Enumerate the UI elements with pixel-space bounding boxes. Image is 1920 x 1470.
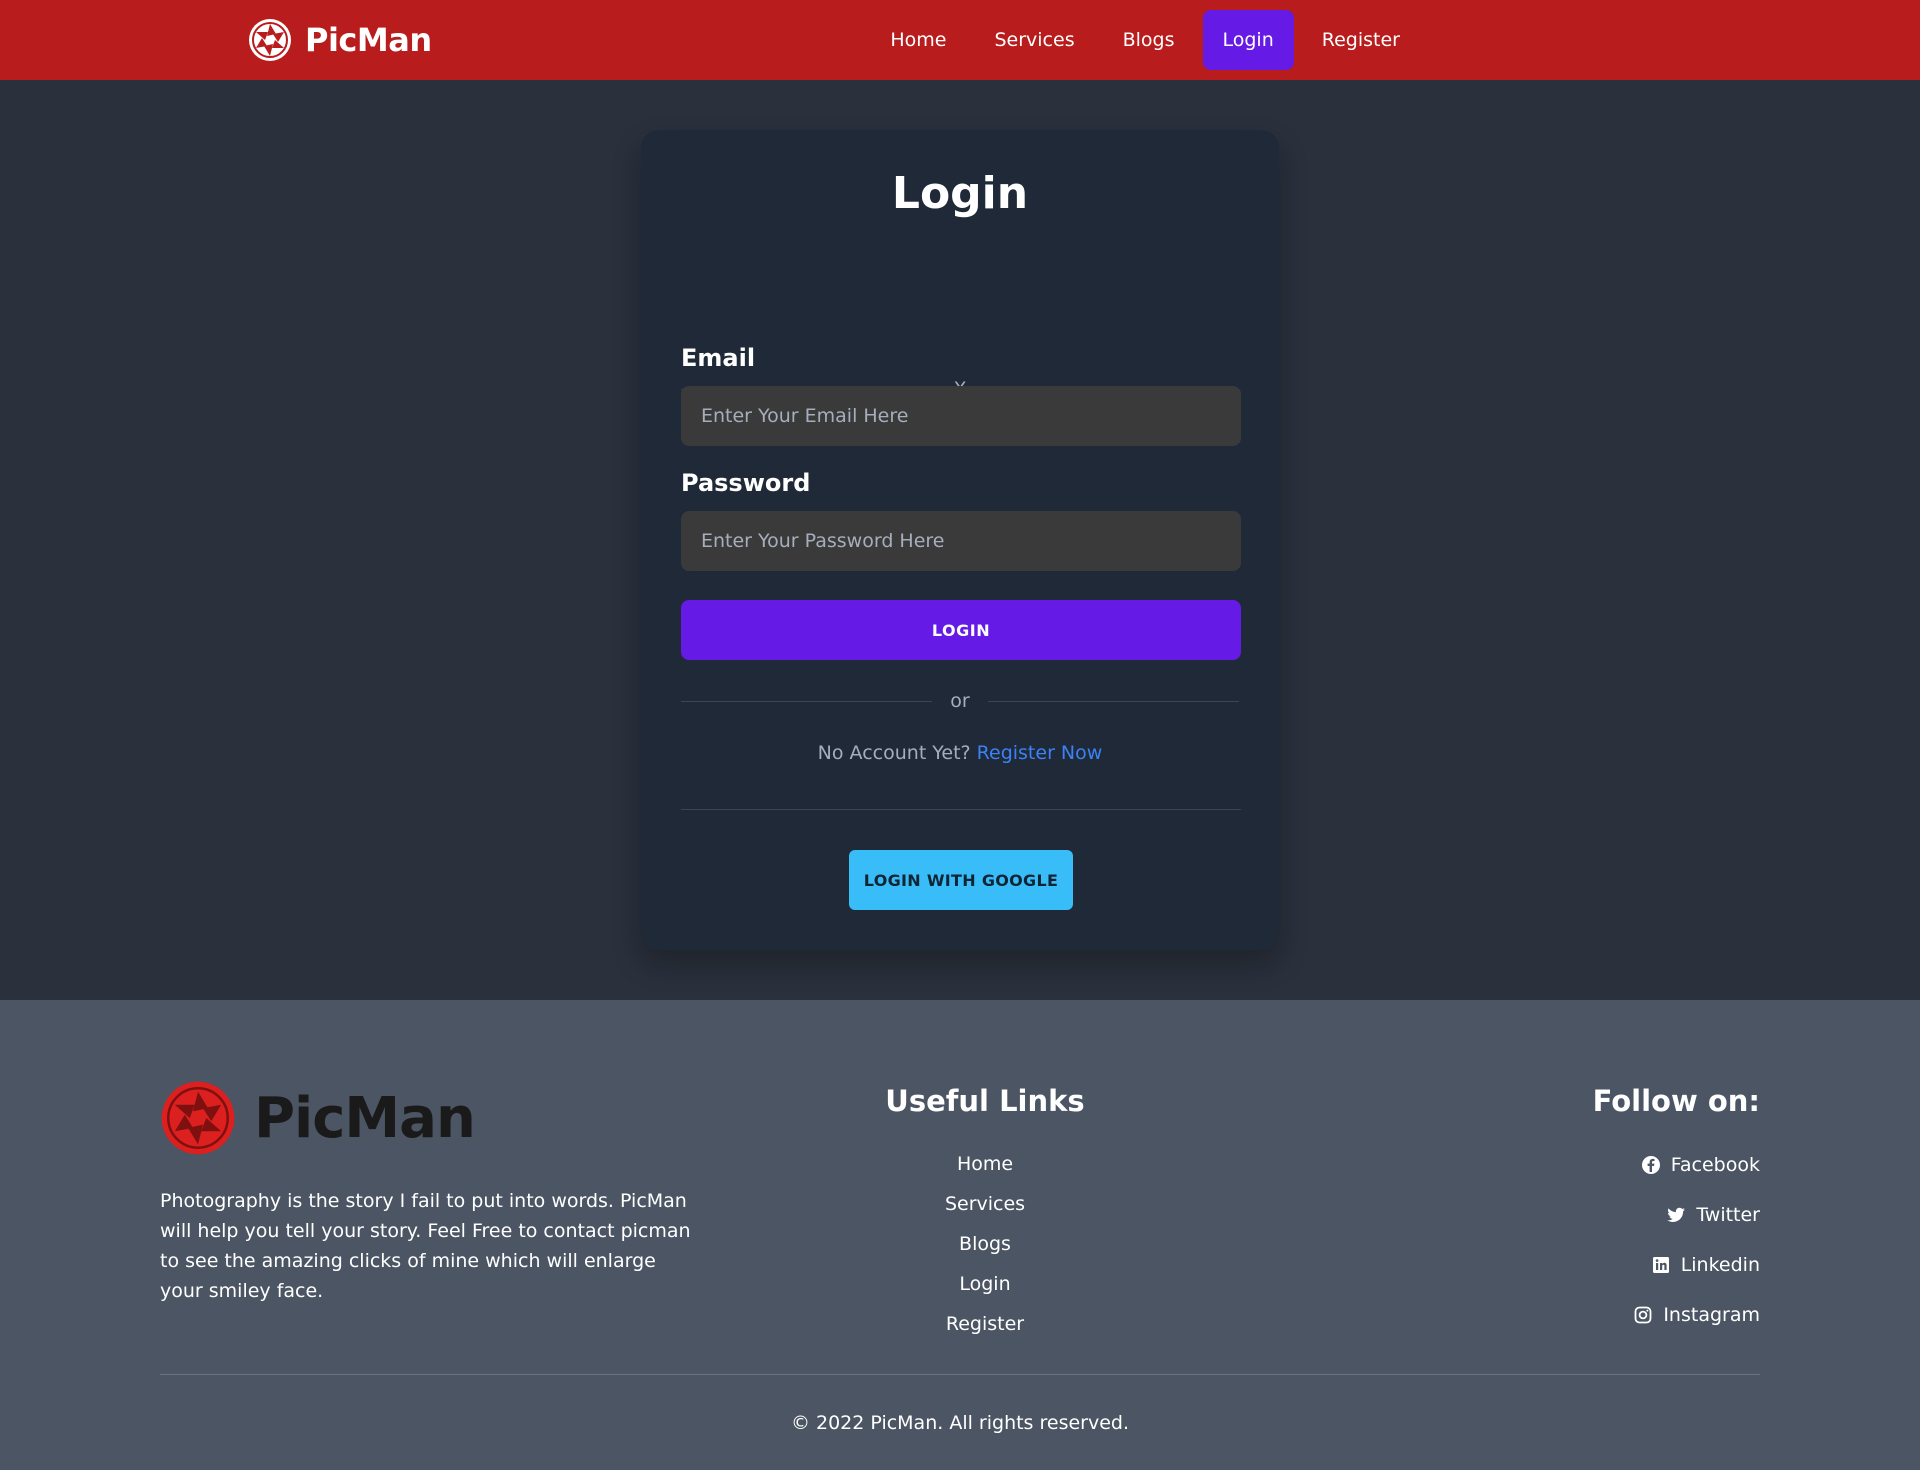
footer-about-text: Photography is the story I fail to put i… <box>160 1190 691 1302</box>
social-link-instagram[interactable]: Instagram <box>1663 1304 1760 1326</box>
nav-services[interactable]: Services <box>974 10 1094 70</box>
list-item: Register <box>835 1304 1135 1344</box>
list-item: Blogs <box>835 1224 1135 1264</box>
nav-register[interactable]: Register <box>1302 10 1420 70</box>
divider-line <box>681 700 933 702</box>
social-links-list: Facebook Twitter Linkedin Instagram <box>1460 1140 1760 1340</box>
divider-line <box>987 700 1239 702</box>
footer-link-home[interactable]: Home <box>957 1153 1013 1175</box>
follow-title: Follow on: <box>1592 1084 1760 1118</box>
or-divider: or <box>681 690 1239 712</box>
follow-section: Follow on: Facebook Twitter Linkedin Ins… <box>1460 1084 1760 1340</box>
social-link-linkedin[interactable]: Linkedin <box>1681 1254 1760 1276</box>
email-label: Email <box>681 344 756 372</box>
nav-menu: Home Services Blogs Login Register <box>870 10 1420 70</box>
copyright-text: © 2022 PicMan. All rights reserved. <box>790 1412 1130 1434</box>
navbar: PicMan Home Services Blogs Login Registe… <box>0 0 1920 80</box>
facebook-icon <box>1641 1155 1661 1175</box>
no-account-text: No Account Yet? <box>817 742 971 764</box>
footer: PicMan Photography is the story I fail t… <box>0 1000 1920 1470</box>
instagram-icon <box>1633 1305 1653 1325</box>
nav-blogs[interactable]: Blogs <box>1103 10 1195 70</box>
card-separator <box>681 809 1241 810</box>
list-item: Instagram <box>1460 1290 1760 1340</box>
list-item: Twitter <box>1460 1190 1760 1240</box>
brand-name: PicMan <box>305 21 432 59</box>
footer-link-blogs[interactable]: Blogs <box>959 1233 1011 1255</box>
register-now-link[interactable]: Register Now <box>977 742 1103 764</box>
twitter-icon <box>1666 1205 1686 1225</box>
list-item: Login <box>835 1264 1135 1304</box>
footer-link-login[interactable]: Login <box>959 1273 1010 1295</box>
login-with-google-button[interactable]: LOGIN WITH GOOGLE <box>849 850 1073 910</box>
social-link-facebook[interactable]: Facebook <box>1671 1154 1760 1176</box>
password-input[interactable] <box>681 511 1241 571</box>
list-item: Home <box>835 1144 1135 1184</box>
list-item: Services <box>835 1184 1135 1224</box>
useful-links-section: Useful Links Home Services Blogs Login R… <box>835 1084 1135 1344</box>
register-prompt: No Account Yet? Register Now <box>641 742 1279 764</box>
camera-aperture-icon <box>160 1080 236 1156</box>
footer-separator <box>160 1374 1760 1375</box>
or-text: or <box>950 690 970 712</box>
footer-logo: PicMan <box>160 1080 476 1156</box>
social-link-twitter[interactable]: Twitter <box>1696 1204 1760 1226</box>
useful-links-list: Home Services Blogs Login Register <box>835 1144 1135 1344</box>
login-card: Login X Email Password LOGIN or No Accou… <box>641 130 1279 950</box>
camera-aperture-icon <box>247 17 293 63</box>
footer-link-register[interactable]: Register <box>946 1313 1024 1335</box>
nav-home[interactable]: Home <box>870 10 966 70</box>
footer-link-services[interactable]: Services <box>945 1193 1025 1215</box>
footer-brand-name: PicMan <box>254 1085 476 1151</box>
nav-login[interactable]: Login <box>1202 10 1294 70</box>
useful-links-title: Useful Links <box>885 1084 1085 1118</box>
email-input[interactable] <box>681 386 1241 446</box>
brand-link[interactable]: PicMan <box>247 17 432 63</box>
list-item: Linkedin <box>1460 1240 1760 1290</box>
list-item: Facebook <box>1460 1140 1760 1190</box>
linkedin-icon <box>1651 1255 1671 1275</box>
login-button[interactable]: LOGIN <box>681 600 1241 660</box>
password-label: Password <box>681 469 811 497</box>
login-title: Login <box>891 168 1029 219</box>
